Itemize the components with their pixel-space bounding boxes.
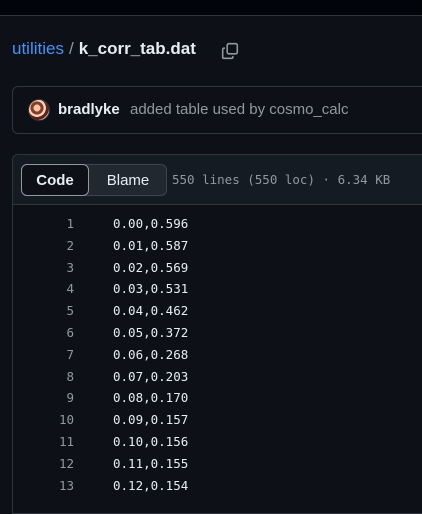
file-header: Code Blame 550 lines (550 loc) · 6.34 KB	[13, 155, 422, 205]
line-content: 0.05,0.372	[113, 324, 189, 340]
line-content: 0.04,0.462	[113, 303, 189, 319]
line-number[interactable]: 7	[13, 344, 74, 366]
breadcrumb-file-name: k_corr_tab.dat	[78, 39, 196, 58]
line-content: 0.01,0.587	[113, 237, 189, 253]
file-meta: 550 lines (550 loc) · 6.34 KB	[172, 172, 391, 187]
line-number[interactable]: 5	[13, 300, 74, 322]
tab-blame[interactable]: Blame	[90, 164, 166, 196]
line-number[interactable]: 4	[13, 278, 74, 300]
copy-path-button[interactable]	[219, 40, 241, 62]
top-nav-strip	[0, 0, 422, 16]
line-content: 0.00,0.596	[113, 216, 189, 231]
line-number[interactable]: 12	[13, 453, 74, 475]
latest-commit-box: bradlyke added table used by cosmo_calc	[12, 86, 422, 134]
line-number[interactable]: 6	[13, 322, 74, 344]
code-line: 6 0.05,0.372	[13, 322, 422, 344]
line-content: 0.06,0.268	[113, 346, 189, 362]
line-number[interactable]: 11	[13, 431, 74, 453]
line-number[interactable]: 3	[13, 257, 74, 279]
code-line: 12 0.11,0.155	[13, 453, 422, 475]
line-content: 0.03,0.531	[113, 281, 189, 297]
code-line: 13 0.12,0.154	[13, 475, 422, 497]
line-number[interactable]: 1	[13, 213, 74, 235]
line-number[interactable]: 10	[13, 409, 74, 431]
line-content: 0.08,0.170	[113, 390, 189, 406]
line-content: 0.10,0.156	[113, 433, 189, 449]
breadcrumb-separator: /	[68, 39, 74, 58]
avatar[interactable]	[28, 99, 50, 121]
breadcrumb: utilities / k_corr_tab.dat	[12, 38, 196, 60]
commit-author[interactable]: bradlyke	[58, 101, 120, 118]
line-content: 0.12,0.154	[113, 477, 189, 493]
line-number[interactable]: 9	[13, 387, 74, 409]
code-line: 11 0.10,0.156	[13, 431, 422, 453]
view-toggle: Code Blame	[21, 164, 167, 196]
code-line: 2 0.01,0.587	[13, 235, 422, 257]
breadcrumb-repo-link[interactable]: utilities	[12, 39, 64, 59]
tab-code[interactable]: Code	[21, 164, 89, 196]
line-number[interactable]: 13	[13, 475, 74, 497]
copy-icon	[221, 42, 239, 60]
line-number[interactable]: 8	[13, 366, 74, 388]
code-line: 1 0.00,0.596	[13, 213, 422, 235]
line-content: 0.07,0.203	[113, 368, 189, 384]
line-content: 0.02,0.569	[113, 259, 189, 275]
code-line: 5 0.04,0.462	[13, 300, 422, 322]
code-line: 7 0.06,0.268	[13, 344, 422, 366]
code-line: 10 0.09,0.157	[13, 409, 422, 431]
code-line: 3 0.02,0.569	[13, 257, 422, 279]
commit-message[interactable]: added table used by cosmo_calc	[130, 101, 348, 118]
file-viewer: Code Blame 550 lines (550 loc) · 6.34 KB…	[12, 154, 422, 514]
code-line: 9 0.08,0.170	[13, 387, 422, 409]
line-content: 0.11,0.155	[113, 455, 189, 471]
code-line: 8 0.07,0.203	[13, 366, 422, 388]
code-line: 4 0.03,0.531	[13, 278, 422, 300]
line-number[interactable]: 2	[13, 235, 74, 257]
code-area: 1 0.00,0.596 2 0.01,0.587 3 0.02,0.569 4…	[13, 213, 422, 496]
line-content: 0.09,0.157	[113, 412, 189, 428]
